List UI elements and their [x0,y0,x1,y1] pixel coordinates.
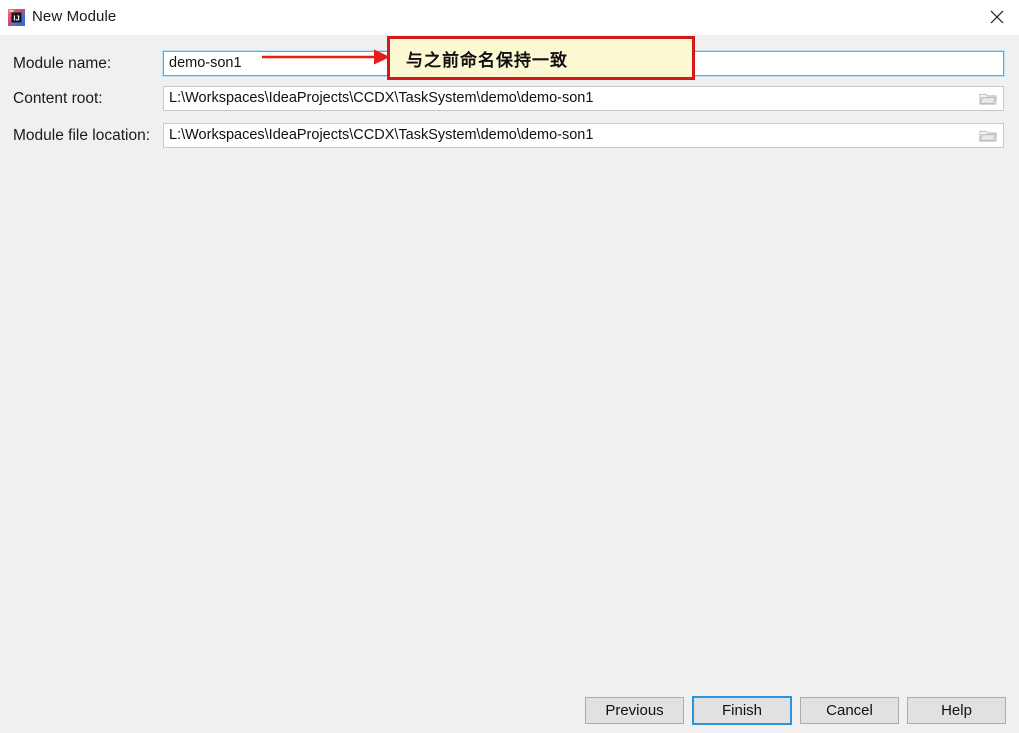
content-root-label: Content root: [13,90,103,107]
window-title: New Module [32,8,117,25]
module-name-label: Module name: [13,55,112,72]
module-file-location-input[interactable]: L:\Workspaces\IdeaProjects\CCDX\TaskSyst… [163,123,1004,148]
close-icon[interactable] [974,0,1019,33]
cancel-button[interactable]: Cancel [800,697,899,724]
module-file-location-folder-icon[interactable] [973,125,1003,146]
annotation-callout-text: 与之前命名保持一致 [406,50,568,71]
module-form: Module name: demo-son1 Content root: L:\… [0,35,1019,665]
annotation-callout: 与之前命名保持一致 [387,36,695,80]
previous-button[interactable]: Previous [585,697,684,724]
svg-text:IJ: IJ [13,13,19,22]
dialog-button-bar: Previous Finish Cancel Help [0,693,1019,733]
module-file-location-label: Module file location: [13,127,150,144]
help-button[interactable]: Help [907,697,1006,724]
content-root-input[interactable]: L:\Workspaces\IdeaProjects\CCDX\TaskSyst… [163,86,1004,111]
finish-button[interactable]: Finish [692,696,792,725]
intellij-idea-icon: IJ [8,9,25,26]
form-row-content-root: Content root: L:\Workspaces\IdeaProjects… [0,86,1019,112]
form-row-module-file-location: Module file location: L:\Workspaces\Idea… [0,123,1019,149]
window-titlebar: IJ New Module [0,0,1019,36]
content-root-folder-icon[interactable] [973,88,1003,109]
